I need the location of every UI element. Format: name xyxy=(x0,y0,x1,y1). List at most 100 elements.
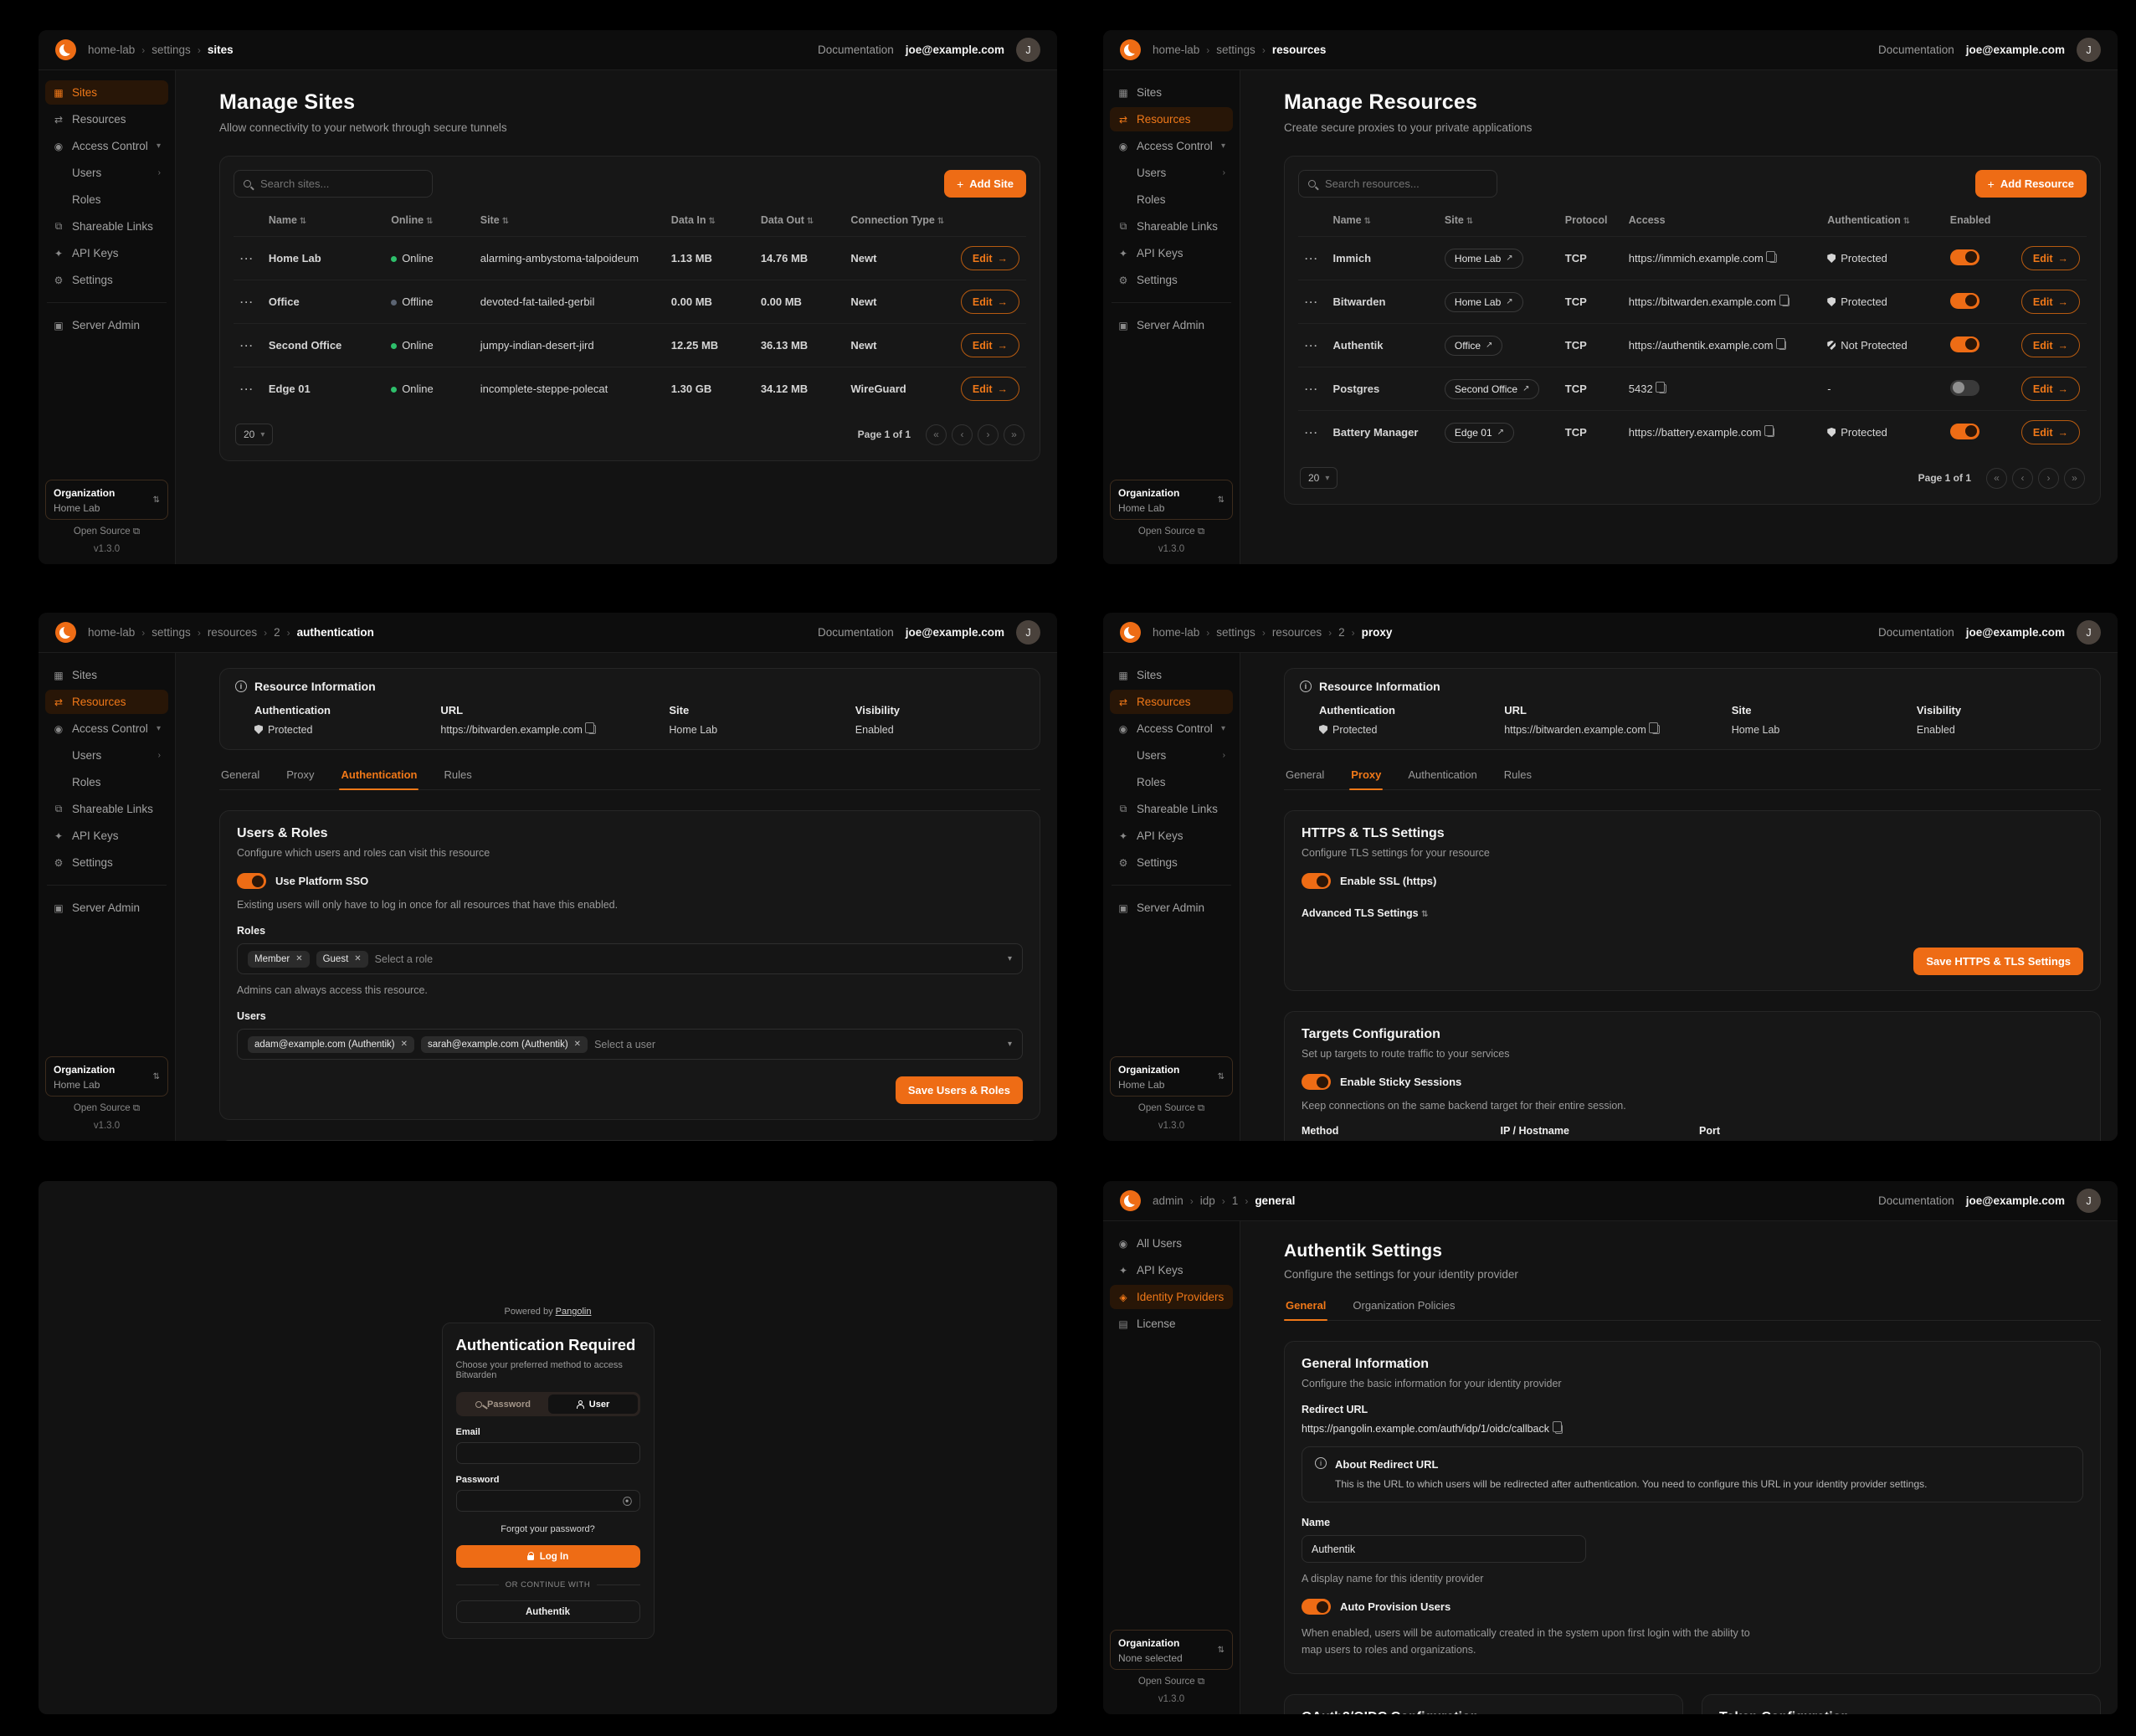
avatar[interactable]: J xyxy=(1016,38,1040,62)
sort-icon[interactable]: ⇅ xyxy=(502,217,509,226)
breadcrumb-item[interactable]: settings xyxy=(1216,626,1255,639)
open-source-link[interactable]: Open Source ⧉ xyxy=(1110,1677,1233,1687)
remove-chip-icon[interactable]: ✕ xyxy=(354,954,361,963)
user-email[interactable]: joe@example.com xyxy=(906,626,1004,639)
sidebar-item-settings[interactable]: ⚙Settings xyxy=(45,850,168,875)
documentation-link[interactable]: Documentation xyxy=(1878,1194,1954,1207)
sidebar-item-access-control[interactable]: ◉Access Control▾ xyxy=(45,134,168,158)
search-resources-input[interactable] xyxy=(1298,170,1497,198)
documentation-link[interactable]: Documentation xyxy=(1878,626,1954,639)
sort-icon[interactable]: ⇅ xyxy=(1364,217,1371,226)
copy-icon[interactable] xyxy=(1659,384,1666,393)
user-email[interactable]: joe@example.com xyxy=(906,44,1004,56)
breadcrumb-item[interactable]: admin xyxy=(1153,1194,1184,1207)
row-menu-button[interactable]: ··· xyxy=(1305,296,1319,308)
sidebar-item-resources[interactable]: ⇄Resources xyxy=(45,107,168,131)
tab-proxy[interactable]: Proxy xyxy=(285,768,316,789)
breadcrumb-item[interactable]: settings xyxy=(151,626,191,639)
row-menu-button[interactable]: ··· xyxy=(1305,340,1319,352)
copy-icon[interactable] xyxy=(1767,428,1774,437)
breadcrumb-item[interactable]: home-lab xyxy=(1153,626,1199,639)
breadcrumb-item[interactable]: idp xyxy=(1200,1194,1215,1207)
authentik-sso-button[interactable]: Authentik xyxy=(456,1600,640,1623)
edit-button[interactable]: Edit→ xyxy=(961,333,1019,357)
avatar[interactable]: J xyxy=(1016,620,1040,645)
open-source-link[interactable]: Open Source ⧉ xyxy=(1110,526,1233,537)
enabled-toggle[interactable] xyxy=(1950,380,1979,396)
copy-icon[interactable] xyxy=(1779,341,1786,350)
breadcrumb-item[interactable]: home-lab xyxy=(88,626,135,639)
sidebar-item-users[interactable]: Users› xyxy=(45,161,168,185)
sidebar-item-resources[interactable]: ⇄Resources xyxy=(1110,107,1233,131)
open-source-link[interactable]: Open Source ⧉ xyxy=(45,1103,168,1114)
sidebar-item-users[interactable]: Users› xyxy=(45,743,168,768)
platform-sso-toggle[interactable] xyxy=(237,873,266,889)
open-source-link[interactable]: Open Source ⧉ xyxy=(1110,1103,1233,1114)
site-pill[interactable]: Home Lab↗ xyxy=(1445,292,1523,312)
auto-provision-toggle[interactable] xyxy=(1302,1599,1331,1615)
breadcrumb-item[interactable]: 2 xyxy=(1338,626,1345,639)
sticky-sessions-toggle[interactable] xyxy=(1302,1074,1331,1090)
save-tls-button[interactable]: Save HTTPS & TLS Settings xyxy=(1913,948,2083,975)
user-email[interactable]: joe@example.com xyxy=(1966,44,2065,56)
tab-general[interactable]: General xyxy=(219,768,261,789)
tab-general[interactable]: General xyxy=(1284,1299,1327,1320)
remove-chip-icon[interactable]: ✕ xyxy=(401,1040,408,1049)
sidebar-item-users[interactable]: Users› xyxy=(1110,743,1233,768)
save-users-roles-button[interactable]: Save Users & Roles xyxy=(896,1076,1023,1104)
sidebar-item-license[interactable]: ▤License xyxy=(1110,1312,1233,1336)
sidebar-item-sites[interactable]: ▦Sites xyxy=(1110,663,1233,687)
enabled-toggle[interactable] xyxy=(1950,424,1979,439)
edit-button[interactable]: Edit→ xyxy=(961,290,1019,314)
enabled-toggle[interactable] xyxy=(1950,336,1979,352)
edit-button[interactable]: Edit→ xyxy=(2021,290,2080,314)
sidebar-item-resources[interactable]: ⇄Resources xyxy=(45,690,168,714)
next-page-button[interactable]: › xyxy=(978,424,999,445)
last-page-button[interactable]: » xyxy=(1004,424,1024,445)
copy-icon[interactable] xyxy=(1782,297,1789,306)
sidebar-item-api-keys[interactable]: ✦API Keys xyxy=(1110,241,1233,265)
sidebar-item-roles[interactable]: Roles xyxy=(1110,187,1233,212)
sort-icon[interactable]: ⇅ xyxy=(426,217,433,226)
sidebar-item-shareable-links[interactable]: ⧉Shareable Links xyxy=(1110,797,1233,821)
tab-authentication[interactable]: Authentication xyxy=(339,768,418,789)
tab-user-method[interactable]: User xyxy=(548,1394,638,1414)
sidebar-item-shareable-links[interactable]: ⧉Shareable Links xyxy=(45,797,168,821)
row-menu-button[interactable]: ··· xyxy=(240,296,254,308)
sort-icon[interactable]: ⇅ xyxy=(300,217,306,226)
user-chip[interactable]: sarah@example.com (Authentik)✕ xyxy=(421,1036,588,1053)
sidebar-item-roles[interactable]: Roles xyxy=(45,770,168,794)
user-email[interactable]: joe@example.com xyxy=(1966,1194,2065,1207)
role-chip[interactable]: Member✕ xyxy=(248,951,310,968)
pangolin-link[interactable]: Pangolin xyxy=(556,1307,592,1317)
first-page-button[interactable]: « xyxy=(1986,468,2007,489)
sidebar-item-sites[interactable]: ▦Sites xyxy=(45,80,168,105)
sidebar-item-roles[interactable]: Roles xyxy=(1110,770,1233,794)
edit-button[interactable]: Edit→ xyxy=(2021,420,2080,444)
sidebar-item-api-keys[interactable]: ✦API Keys xyxy=(45,824,168,848)
user-chip[interactable]: adam@example.com (Authentik)✕ xyxy=(248,1036,414,1053)
avatar[interactable]: J xyxy=(2077,1189,2101,1213)
last-page-button[interactable]: » xyxy=(2064,468,2085,489)
tab-proxy[interactable]: Proxy xyxy=(1349,768,1383,789)
email-field[interactable] xyxy=(456,1442,640,1464)
edit-button[interactable]: Edit→ xyxy=(2021,333,2080,357)
sidebar-item-settings[interactable]: ⚙Settings xyxy=(45,268,168,292)
idp-name-input[interactable] xyxy=(1302,1535,1586,1563)
row-menu-button[interactable]: ··· xyxy=(1305,383,1319,395)
row-menu-button[interactable]: ··· xyxy=(240,253,254,265)
enabled-toggle[interactable] xyxy=(1950,293,1979,309)
documentation-link[interactable]: Documentation xyxy=(1878,44,1954,56)
site-pill[interactable]: Home Lab↗ xyxy=(1445,249,1523,269)
row-menu-button[interactable]: ··· xyxy=(240,383,254,395)
site-pill[interactable]: Office↗ xyxy=(1445,336,1503,356)
add-resource-button[interactable]: +Add Resource xyxy=(1975,170,2087,198)
sidebar-item-api-keys[interactable]: ✦API Keys xyxy=(45,241,168,265)
enable-ssl-toggle[interactable] xyxy=(1302,873,1331,889)
copy-icon[interactable] xyxy=(1769,254,1777,263)
rows-per-page-select[interactable]: 20▾ xyxy=(235,424,273,445)
password-field[interactable] xyxy=(456,1490,640,1512)
user-email[interactable]: joe@example.com xyxy=(1966,626,2065,639)
sidebar-item-roles[interactable]: Roles xyxy=(45,187,168,212)
enabled-toggle[interactable] xyxy=(1950,249,1979,265)
